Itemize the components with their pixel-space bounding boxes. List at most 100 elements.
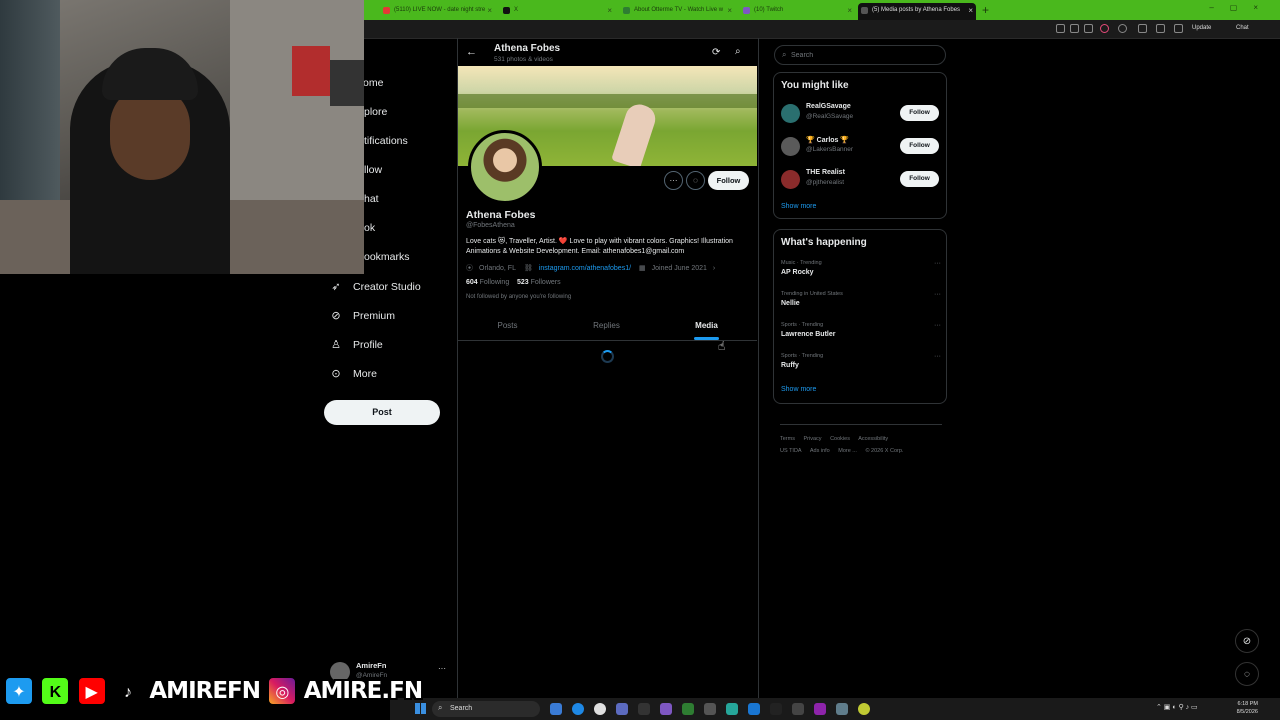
location-icon: ⦿ [466, 265, 473, 272]
follow-button[interactable]: Follow [708, 171, 749, 190]
chrome-icon[interactable] [858, 703, 870, 715]
more-dots-icon[interactable]: ··· [934, 353, 941, 360]
panel-title: What's happening [781, 237, 867, 248]
webcam-background [292, 46, 330, 96]
profile-website-link[interactable]: instagram.com/athenafobes1/ [539, 265, 631, 272]
window-controls[interactable]: –▢× [1209, 3, 1274, 12]
user-handle: @pjtherealist [806, 179, 845, 186]
tab-label: (5110) LIVE NOW - date night stre [394, 7, 486, 13]
close-tab-icon[interactable]: × [847, 3, 852, 18]
app-icon[interactable] [660, 703, 672, 715]
messages-float-icon[interactable]: ◌ [1235, 662, 1259, 686]
trend-item[interactable]: Sports · Trending Ruffy ··· [781, 353, 941, 379]
taskbar-clock[interactable]: 6:18 PM 8/5/2026 [1228, 700, 1258, 716]
split-icon[interactable] [1138, 24, 1147, 33]
star-icon[interactable] [1084, 24, 1093, 33]
youtube-icon: ▶ [76, 676, 107, 706]
close-tab-icon[interactable]: × [607, 3, 612, 18]
chrome-icon[interactable] [594, 703, 606, 715]
tab-media[interactable]: Media [657, 312, 756, 340]
suggested-user[interactable]: 🏆 Carlos 🏆 @LakersBanner Follow [781, 135, 941, 159]
app-icon[interactable] [704, 703, 716, 715]
overlay-handle: AMIREFN [149, 678, 261, 704]
xbox-icon[interactable] [682, 703, 694, 715]
extension-icon[interactable] [1056, 24, 1065, 33]
copilot-chat-button[interactable]: Chat [1232, 23, 1253, 33]
reader-icon[interactable] [1070, 24, 1079, 33]
taskview-icon[interactable] [550, 703, 562, 715]
grok-float-icon[interactable]: ⊘ [1235, 629, 1259, 653]
following-link[interactable]: 604 Following [466, 279, 509, 286]
refresh-icon[interactable]: ⟳ [712, 47, 720, 58]
close-tab-icon[interactable]: × [487, 3, 492, 18]
trend-context: Sports · Trending [781, 322, 824, 328]
refresh-ext-icon[interactable] [1118, 24, 1127, 33]
trend-title: Ruffy [781, 362, 799, 369]
footer-link[interactable]: US TIDA [780, 448, 802, 454]
app-icon[interactable] [748, 703, 760, 715]
trend-item[interactable]: Music · Trending AP Rocky ··· [781, 260, 941, 286]
profile-ext-icon[interactable] [1100, 24, 1109, 33]
suggested-user[interactable]: THE Realist @pjtherealist Follow [781, 168, 941, 192]
show-more-link[interactable]: Show more [781, 203, 816, 210]
followers-link[interactable]: 523 Followers [517, 279, 561, 286]
settings-icon[interactable] [836, 703, 848, 715]
show-more-link[interactable]: Show more [781, 386, 816, 393]
tab-posts[interactable]: Posts [458, 312, 557, 340]
browser-tab-twitch[interactable]: (10) Twitch × [740, 3, 855, 18]
suggested-user[interactable]: RealGSavage @RealGSavage Follow [781, 102, 941, 126]
trend-title: Lawrence Butler [781, 331, 836, 338]
favorites-icon[interactable] [1156, 24, 1165, 33]
footer-link[interactable]: Cookies [830, 436, 850, 442]
footer-link[interactable]: Ads info [810, 448, 830, 454]
new-tab-icon[interactable]: + [982, 3, 989, 17]
footer-link[interactable]: Privacy [804, 436, 822, 442]
collections-icon[interactable] [1174, 24, 1183, 33]
taskbar-search[interactable]: ⌕ Search [432, 701, 540, 717]
teams-icon[interactable] [616, 703, 628, 715]
more-dots-icon[interactable]: ··· [934, 260, 941, 267]
close-tab-icon[interactable]: × [727, 3, 732, 18]
more-dots-icon[interactable]: ··· [934, 291, 941, 298]
more-dots-icon[interactable]: ··· [438, 664, 446, 673]
message-icon[interactable]: ◌ [686, 171, 705, 190]
browser-tab-x[interactable]: X × [500, 3, 615, 18]
nav-label: plore [364, 106, 388, 118]
back-arrow-icon[interactable]: ← [466, 46, 477, 58]
browser-tab-active[interactable]: (5) Media posts by Athena Fobes × [858, 3, 976, 20]
trend-item[interactable]: Sports · Trending Lawrence Butler ··· [781, 322, 941, 348]
update-button[interactable]: Update [1188, 23, 1215, 33]
obs-icon[interactable] [638, 703, 650, 715]
follow-button[interactable]: Follow [900, 138, 939, 154]
search-input[interactable] [791, 49, 941, 61]
nav-label: tifications [364, 135, 408, 147]
x-logo-icon [861, 7, 868, 14]
browser-tab-youtube[interactable]: (5110) LIVE NOW - date night stre × [380, 3, 495, 18]
trend-item[interactable]: Trending in United States Nellie ··· [781, 291, 941, 317]
chevron-right-icon[interactable]: › [713, 265, 715, 272]
footer-link[interactable]: Accessibility [858, 436, 888, 442]
close-tab-icon[interactable]: × [968, 3, 973, 18]
browser-tab-otterme[interactable]: About Otterme TV - Watch Live w × [620, 3, 735, 18]
app-icon[interactable] [814, 703, 826, 715]
tab-replies[interactable]: Replies [557, 312, 656, 340]
follow-button[interactable]: Follow [900, 105, 939, 121]
footer-link[interactable]: More ... [838, 448, 857, 454]
more-options-icon[interactable]: ··· [664, 171, 683, 190]
more-dots-icon[interactable]: ··· [934, 322, 941, 329]
app-icon[interactable] [770, 703, 782, 715]
taskbar-search-label: Search [450, 705, 473, 712]
post-button[interactable]: Post [324, 400, 440, 425]
rocket-icon: ➶ [331, 281, 341, 293]
profile-avatar[interactable] [468, 130, 542, 204]
search-icon[interactable]: ⌕ [735, 46, 741, 57]
app-icon[interactable] [726, 703, 738, 715]
edge-icon[interactable] [572, 703, 584, 715]
search-box[interactable]: ⌕ [774, 45, 946, 65]
system-tray[interactable]: ⌃ ▣ ◐ ⚲ ♪ ▭ [1156, 703, 1198, 711]
app-icon[interactable] [792, 703, 804, 715]
footer-link[interactable]: Terms [780, 436, 795, 442]
instagram-icon: ◎ [267, 676, 298, 706]
follow-button[interactable]: Follow [900, 171, 939, 187]
overlay-handle: AMIRE.FN [303, 678, 423, 704]
